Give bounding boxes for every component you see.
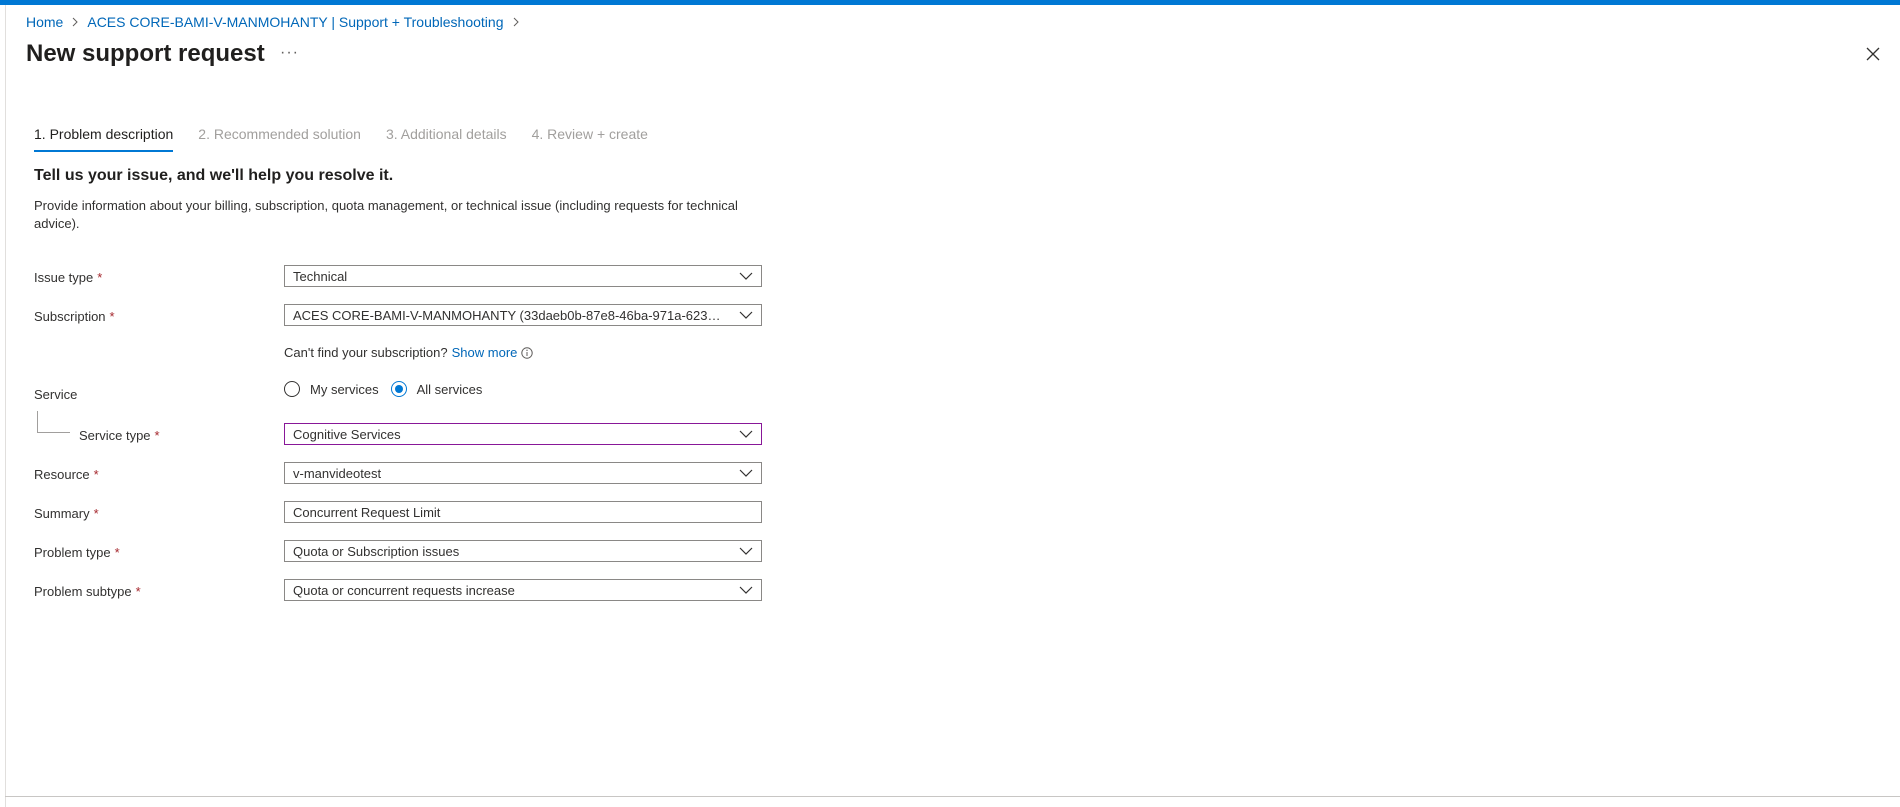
summary-input[interactable]: Concurrent Request Limit xyxy=(284,501,762,523)
resource-value: v-manvideotest xyxy=(293,465,382,481)
service-label: Service xyxy=(34,387,78,402)
service-type-dropdown[interactable]: Cognitive Services xyxy=(284,423,762,445)
required-marker: * xyxy=(93,467,99,482)
chevron-down-icon xyxy=(731,541,761,561)
issue-type-value: Technical xyxy=(293,268,348,284)
wizard-tabs: 1. Problem description 2. Recommended so… xyxy=(34,126,673,152)
resource-label-text: Resource xyxy=(34,467,90,482)
service-type-value: Cognitive Services xyxy=(293,426,401,442)
problem-subtype-value: Quota or concurrent requests increase xyxy=(293,582,515,598)
breadcrumb: Home ACES CORE-BAMI-V-MANMOHANTY | Suppo… xyxy=(26,14,528,30)
my-services-label: My services xyxy=(310,381,379,397)
tab-additional-details[interactable]: 3. Additional details xyxy=(386,126,507,152)
resource-dropdown[interactable]: v-manvideotest xyxy=(284,462,762,484)
tab-recommended-solution[interactable]: 2. Recommended solution xyxy=(198,126,361,152)
required-marker: * xyxy=(109,309,115,324)
summary-label: Summary * xyxy=(34,506,99,521)
chevron-down-icon xyxy=(731,463,761,483)
all-services-label: All services xyxy=(416,381,483,397)
tab-review-create[interactable]: 4. Review + create xyxy=(532,126,648,152)
required-marker: * xyxy=(114,545,120,560)
resource-label: Resource * xyxy=(34,467,99,482)
breadcrumb-resource-link[interactable]: ACES CORE-BAMI-V-MANMOHANTY | Support + … xyxy=(87,14,503,30)
service-radio-group: My services All services xyxy=(284,381,494,397)
tab-problem-description[interactable]: 1. Problem description xyxy=(34,126,174,152)
problem-type-value: Quota or Subscription issues xyxy=(293,543,460,559)
problem-type-label-text: Problem type xyxy=(34,545,111,560)
service-type-label: Service type * xyxy=(79,428,160,443)
required-marker: * xyxy=(135,584,141,599)
chevron-down-icon xyxy=(731,305,761,325)
subscription-value: ACES CORE-BAMI-V-MANMOHANTY (33daeb0b-87… xyxy=(293,307,731,323)
chevron-down-icon xyxy=(731,424,761,444)
subscription-label: Subscription * xyxy=(34,309,115,324)
tree-connector xyxy=(37,411,70,433)
problem-type-label: Problem type * xyxy=(34,545,120,560)
problem-type-dropdown[interactable]: Quota or Subscription issues xyxy=(284,540,762,562)
chevron-right-icon xyxy=(71,15,79,30)
problem-subtype-label-text: Problem subtype xyxy=(34,584,132,599)
chevron-right-icon xyxy=(512,15,520,30)
issue-type-label-text: Issue type xyxy=(34,270,94,285)
subscription-dropdown[interactable]: ACES CORE-BAMI-V-MANMOHANTY (33daeb0b-87… xyxy=(284,304,762,326)
problem-subtype-label: Problem subtype * xyxy=(34,584,141,599)
info-icon[interactable] xyxy=(521,346,534,359)
summary-label-text: Summary xyxy=(34,506,90,521)
radio-circle-selected xyxy=(390,381,407,397)
page-title: New support request xyxy=(26,40,265,67)
more-options-button[interactable]: ··· xyxy=(280,44,299,62)
required-marker: * xyxy=(97,270,103,285)
breadcrumb-home-link[interactable]: Home xyxy=(26,14,63,30)
top-accent-bar xyxy=(0,0,1900,5)
left-border xyxy=(5,5,6,807)
section-heading: Tell us your issue, and we'll help you r… xyxy=(34,167,394,184)
section-description: Provide information about your billing, … xyxy=(34,198,738,231)
my-services-radio[interactable]: My services xyxy=(284,381,379,397)
radio-circle xyxy=(284,381,300,397)
close-icon[interactable] xyxy=(1865,46,1881,62)
subscription-hint: Can't find your subscription? Show more xyxy=(284,345,534,360)
summary-value: Concurrent Request Limit xyxy=(293,504,441,520)
required-marker: * xyxy=(93,506,99,521)
chevron-down-icon xyxy=(731,580,761,600)
subscription-label-text: Subscription xyxy=(34,309,106,324)
issue-type-label: Issue type * xyxy=(34,270,102,285)
show-more-link[interactable]: Show more xyxy=(452,345,518,360)
chevron-down-icon xyxy=(731,266,761,286)
service-type-label-text: Service type xyxy=(79,428,151,443)
issue-type-dropdown[interactable]: Technical xyxy=(284,265,762,287)
problem-subtype-dropdown[interactable]: Quota or concurrent requests increase xyxy=(284,579,762,601)
bottom-divider xyxy=(5,796,1900,797)
all-services-radio[interactable]: All services xyxy=(390,381,483,397)
required-marker: * xyxy=(154,428,160,443)
subscription-hint-text: Can't find your subscription? xyxy=(284,345,448,360)
